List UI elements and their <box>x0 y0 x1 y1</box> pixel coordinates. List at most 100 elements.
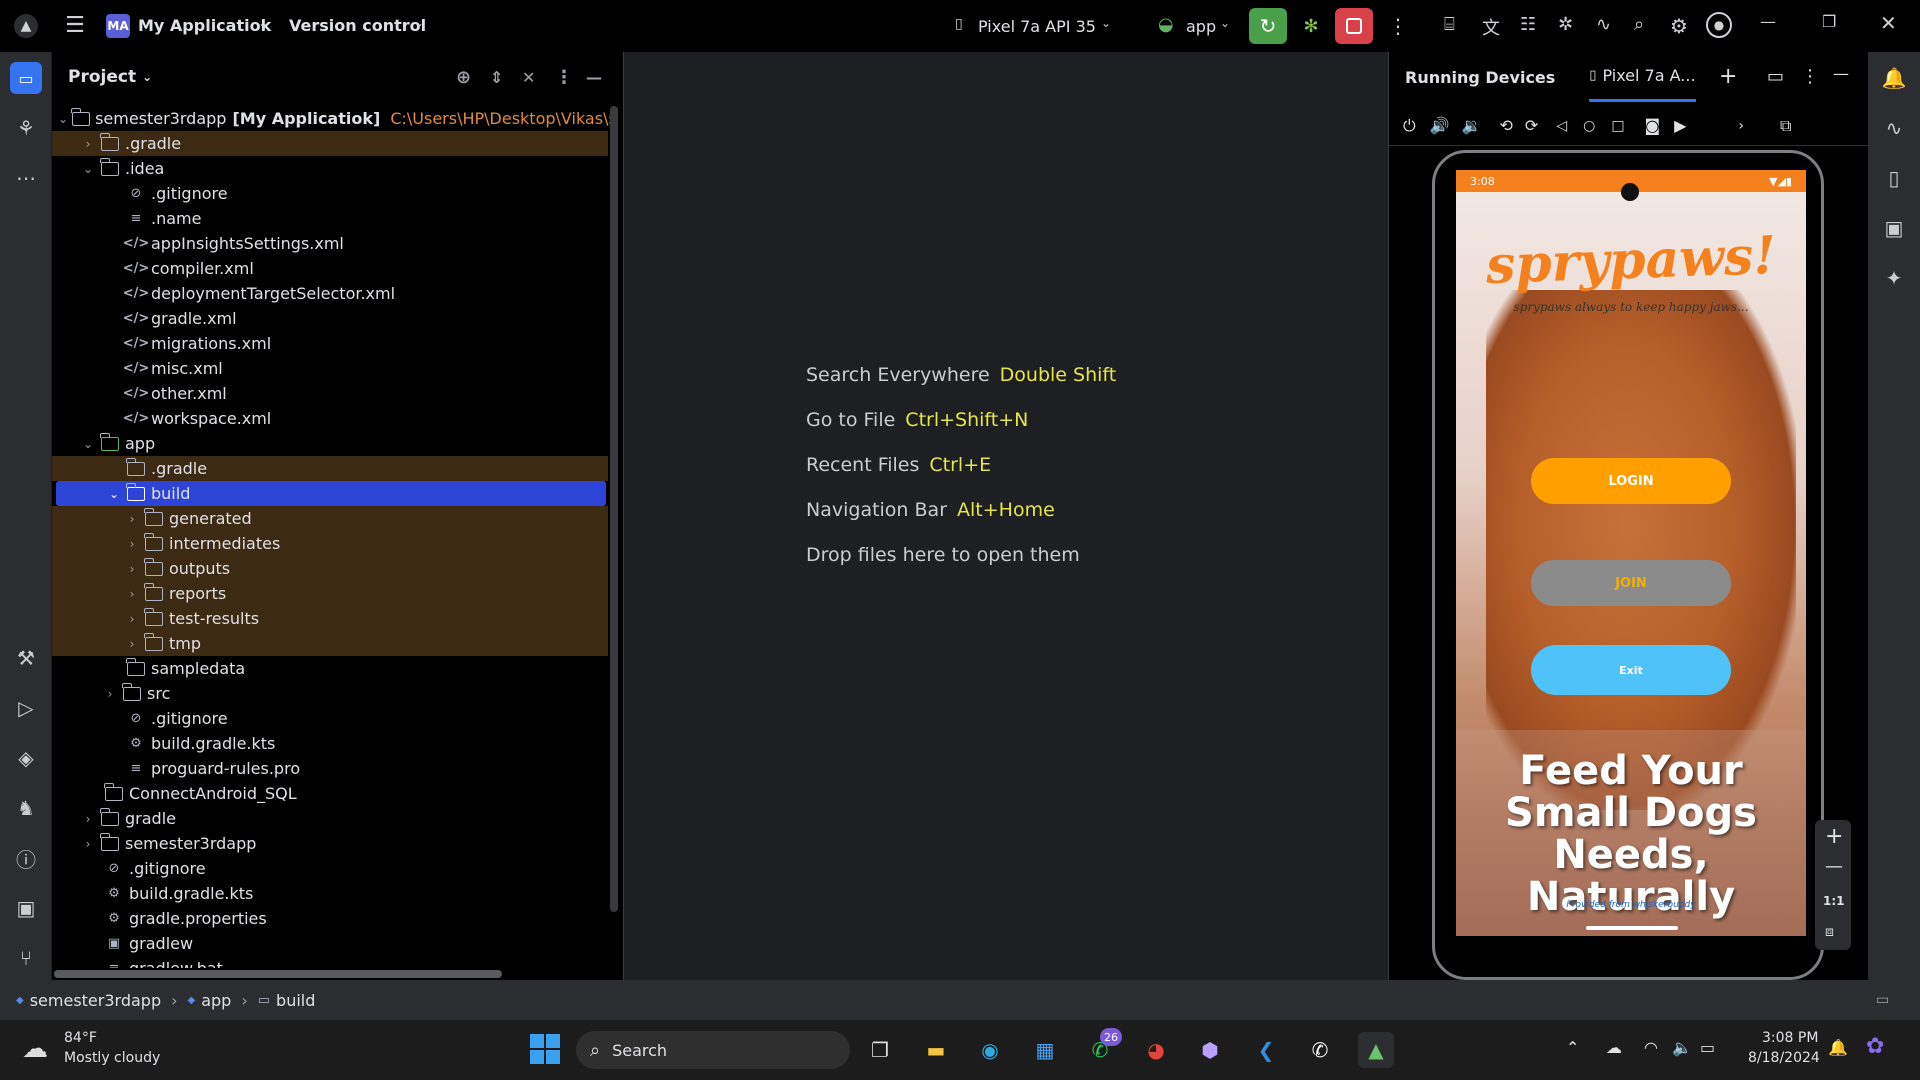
resource-manager-icon[interactable]: ⚘ <box>10 112 42 144</box>
notification-bell-icon[interactable]: 🔔 <box>1828 1038 1848 1057</box>
terminal-icon[interactable]: ▣ <box>10 892 42 924</box>
tree-row[interactable]: </> appInsightsSettings.xml <box>52 231 608 256</box>
project-tool-icon[interactable]: ▭ <box>10 62 42 94</box>
collapse-all-icon[interactable]: ✕ <box>522 68 535 87</box>
tree-row[interactable]: ▣ gradlew <box>52 931 608 956</box>
chrome-icon[interactable]: ◕ <box>1138 1032 1174 1068</box>
onedrive-icon[interactable]: ☁ <box>1606 1038 1622 1057</box>
android-studio-logo-icon[interactable]: ▲ <box>14 14 38 38</box>
breadcrumb-item[interactable]: semester3rdapp <box>30 991 161 1010</box>
phone-screen[interactable]: 3:08 ▼◢▮ sprypaws! sprypaws always to kee… <box>1456 170 1806 936</box>
search-icon[interactable]: ⌕ <box>1634 14 1644 35</box>
options-icon[interactable]: ⋮ <box>1801 66 1819 87</box>
tree-row[interactable]: </> misc.xml <box>52 356 608 381</box>
hide-panel-icon[interactable]: — <box>1833 64 1849 83</box>
tree-row[interactable]: </> workspace.xml <box>52 406 608 431</box>
rotate-left-icon[interactable]: ⟲ <box>1500 116 1513 135</box>
tree-row[interactable]: </> migrations.xml <box>52 331 608 356</box>
store-icon[interactable]: ▦ <box>1027 1032 1063 1068</box>
more-tools-icon[interactable]: ⋯ <box>10 162 42 194</box>
problems-icon[interactable]: ⓘ <box>10 842 42 874</box>
tree-row[interactable]: ≡ .name <box>52 206 608 231</box>
main-menu-icon[interactable]: ☰ <box>62 12 88 38</box>
android-studio-icon[interactable]: ▲ <box>1358 1032 1394 1068</box>
screen-record-icon[interactable]: ▶ <box>1674 116 1686 135</box>
zoom-out-icon[interactable]: — <box>1825 856 1843 877</box>
git-icon[interactable]: ⑂ <box>10 942 42 974</box>
gemini-icon[interactable]: ✦ <box>1878 262 1910 294</box>
zoom-in-icon[interactable]: + <box>1825 824 1843 849</box>
weather-condition[interactable]: Mostly cloudy <box>64 1050 160 1066</box>
account-icon[interactable]: ● <box>1706 12 1732 38</box>
tree-row-selected[interactable]: ⌄ build <box>56 481 606 506</box>
logcat-icon[interactable]: ♞ <box>10 792 42 824</box>
volume-down-icon[interactable]: 🔉 <box>1462 116 1482 135</box>
run-icon[interactable]: ▷ <box>10 692 42 724</box>
tree-row[interactable]: ⚙ build.gradle.kts <box>52 731 608 756</box>
locate-icon[interactable]: ⊕ <box>456 67 471 88</box>
tree-row[interactable]: sampledata <box>52 656 608 681</box>
minimize-icon[interactable]: — <box>1760 12 1776 31</box>
tree-row[interactable]: ⚙ build.gradle.kts <box>52 881 608 906</box>
chevron-down-icon[interactable]: ⌄ <box>58 112 68 126</box>
join-button[interactable]: JOIN <box>1531 560 1731 606</box>
window-layout-icon[interactable]: ▭ <box>1767 66 1784 87</box>
clock-time[interactable]: 3:08 PM <box>1762 1030 1818 1046</box>
translate-icon[interactable]: 文 <box>1482 14 1500 40</box>
overview-icon[interactable]: □ <box>1611 118 1624 134</box>
tree-row[interactable]: › gradle <box>52 806 608 831</box>
windows-start-icon[interactable] <box>530 1034 560 1064</box>
more-icon[interactable]: › <box>1738 118 1744 134</box>
comment-icon[interactable]: ▭ <box>1876 992 1889 1008</box>
weather-icon[interactable]: ☁ <box>22 1034 48 1064</box>
tree-row[interactable]: › outputs <box>52 556 608 581</box>
bug-report-icon[interactable]: ✲ <box>1558 14 1573 35</box>
back-icon[interactable]: ◁ <box>1556 118 1567 134</box>
tree-row[interactable]: ⊘ .gitignore <box>52 706 608 731</box>
task-view-icon[interactable]: ❐ <box>862 1032 898 1068</box>
device-tab[interactable]: ▯ Pixel 7a A... <box>1589 52 1696 102</box>
clock-date[interactable]: 8/18/2024 <box>1748 1050 1820 1066</box>
power-icon[interactable]: ⏻ <box>1403 116 1416 136</box>
hexagon-app-icon[interactable]: ⬢ <box>1192 1032 1228 1068</box>
tray-chevron-icon[interactable]: ⌃ <box>1566 1038 1579 1057</box>
more-actions-icon[interactable]: ⋮ <box>1388 14 1408 38</box>
device-manager-icon[interactable]: ⌸ <box>1444 14 1455 35</box>
restore-icon[interactable]: ❐ <box>1822 12 1836 31</box>
project-badge[interactable]: MA <box>106 14 130 38</box>
add-device-icon[interactable]: + <box>1719 64 1737 89</box>
horizontal-scrollbar[interactable] <box>54 970 502 978</box>
gesture-bar[interactable] <box>1586 926 1678 930</box>
zoom-actual-size[interactable]: 1:1 <box>1823 894 1845 908</box>
tree-row[interactable]: ⌄ .idea <box>52 156 608 181</box>
tree-row[interactable]: ⊘ .gitignore <box>52 856 608 881</box>
project-view-dropdown[interactable]: Project <box>68 67 136 87</box>
debug-icon[interactable]: ✻ <box>1298 13 1324 39</box>
vertical-scrollbar[interactable] <box>610 106 618 912</box>
battery-icon[interactable]: ▭ <box>1700 1038 1715 1057</box>
breadcrumb-item[interactable]: build <box>276 991 315 1010</box>
tree-row[interactable]: ≡ proguard-rules.pro <box>52 756 608 781</box>
copilot-icon[interactable]: ✿ <box>1866 1034 1884 1059</box>
exit-button[interactable]: Exit <box>1531 645 1731 695</box>
build-icon[interactable]: ⚒ <box>10 642 42 674</box>
tree-row[interactable]: › intermediates <box>52 531 608 556</box>
tree-row[interactable]: .gradle <box>52 456 608 481</box>
run-config-selector[interactable]: app <box>1186 17 1216 36</box>
whatsapp-desktop-icon[interactable]: ✆ <box>1302 1032 1338 1068</box>
stop-icon[interactable] <box>1335 8 1373 44</box>
gem-icon[interactable]: ◈ <box>10 742 42 774</box>
edge-icon[interactable]: ◉ <box>972 1032 1008 1068</box>
taskbar-search[interactable]: ⌕ Search <box>576 1031 850 1069</box>
gradle-icon[interactable]: ∿ <box>1878 112 1910 144</box>
options-icon[interactable]: ⋮ <box>555 67 573 88</box>
volume-up-icon[interactable]: 🔊 <box>1430 116 1450 135</box>
notifications-icon[interactable]: 🔔 <box>1878 62 1910 94</box>
fit-screen-icon[interactable]: ⧈ <box>1825 924 1834 940</box>
file-explorer-icon[interactable]: ▬ <box>918 1032 954 1068</box>
device-manager-icon[interactable]: ▯ <box>1878 162 1910 194</box>
tree-row[interactable]: </> other.xml <box>52 381 608 406</box>
version-control-dropdown[interactable]: Version control <box>289 16 426 35</box>
home-icon[interactable]: ○ <box>1583 118 1595 134</box>
tree-row[interactable]: › test-results <box>52 606 608 631</box>
